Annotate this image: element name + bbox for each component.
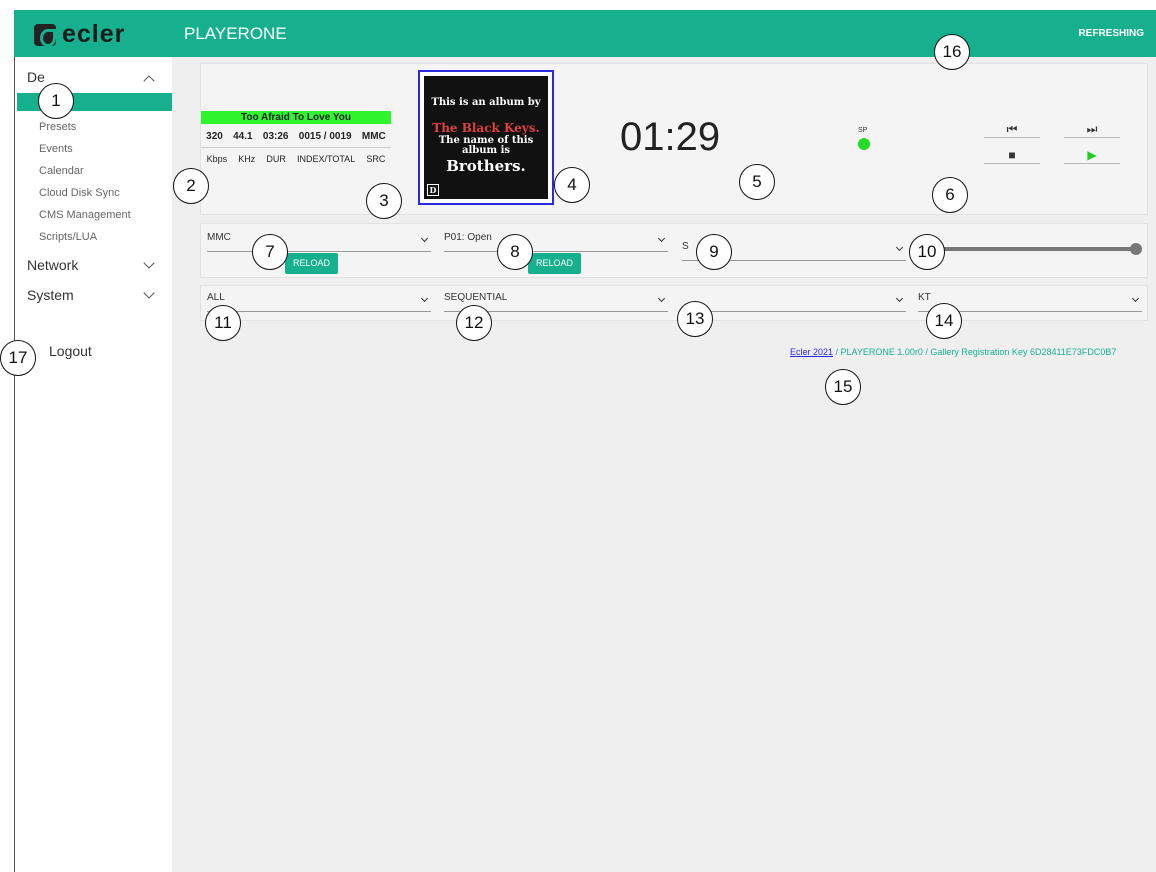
album-cover: This is an album by The Black Keys. The …: [424, 76, 548, 199]
play-button[interactable]: ▶: [1064, 146, 1120, 164]
chevron-down-icon[interactable]: [143, 287, 155, 299]
preset-select-value: P01: Open: [444, 232, 492, 243]
callout-13: 13: [677, 301, 713, 337]
duration-value: 03:26: [262, 131, 289, 142]
source-label: SRC: [366, 154, 386, 164]
sidebar-item-cloud-disk-sync[interactable]: Cloud Disk Sync: [39, 187, 120, 199]
album-line3: The name of this album is: [438, 135, 534, 156]
samplerate-label: KHz: [238, 154, 256, 164]
callout-8: 8: [497, 234, 533, 270]
callout-1: 1: [38, 83, 74, 119]
sp-label: SP: [858, 127, 868, 134]
sidebar-item-system[interactable]: System: [27, 287, 74, 303]
chevron-down-icon: [657, 294, 666, 303]
divider: [201, 147, 391, 148]
source-value: MMC: [361, 131, 386, 142]
chevron-down-icon[interactable]: [143, 257, 155, 269]
callout-7: 7: [252, 234, 288, 270]
duration-label: DUR: [266, 154, 286, 164]
sidebar-item-cms-management[interactable]: CMS Management: [39, 209, 131, 221]
sidebar-item-presets[interactable]: Presets: [39, 121, 76, 133]
chevron-down-icon: [895, 243, 904, 252]
callout-11: 11: [205, 305, 241, 341]
album-badge: D: [427, 184, 439, 196]
ecler-logo-icon: [34, 23, 56, 47]
footer-info: Ecler 2021 / PLAYERONE 1.00r0 / Gallery …: [790, 347, 1116, 357]
kt-select-value: KT: [918, 292, 931, 303]
playback-select-value: SEQUENTIAL: [444, 292, 508, 303]
sidebar-item-calendar[interactable]: Calendar: [39, 165, 84, 177]
index-total-label: INDEX/TOTAL: [297, 154, 356, 164]
callout-3: 3: [366, 183, 402, 219]
sp-status-indicator: [858, 138, 870, 150]
ecler-link[interactable]: Ecler 2021: [790, 347, 833, 357]
chevron-down-icon: [895, 294, 904, 303]
samplerate-value: 44.1: [233, 131, 253, 142]
third-select-value: S: [682, 241, 689, 252]
album-artist: The Black Keys.: [432, 121, 540, 135]
footer-version: / PLAYERONE 1.00r0 / Gallery Registratio…: [833, 347, 1117, 357]
sidebar-item-events[interactable]: Events: [39, 143, 73, 155]
callout-10: 10: [909, 234, 945, 270]
volume-slider-handle[interactable]: [1130, 243, 1142, 255]
logout-link[interactable]: Logout: [49, 343, 92, 359]
refresh-status: REFRESHING: [1078, 28, 1144, 39]
callout-6: 6: [932, 177, 968, 213]
stop-button[interactable]: ■: [984, 146, 1040, 164]
track-info-labels: Kbps KHz DUR INDEX/TOTAL SRC: [201, 154, 391, 164]
reload-button[interactable]: RELOAD: [528, 253, 582, 274]
chevron-down-icon: [420, 294, 429, 303]
callout-17: 17: [0, 340, 36, 376]
chevron-down-icon: [420, 234, 429, 243]
mode-select-value: ALL: [207, 292, 225, 303]
reload-button[interactable]: RELOAD: [285, 253, 339, 274]
mode-select[interactable]: ALL: [207, 292, 431, 312]
sidebar: De Presets Events Calendar Cloud Disk Sy…: [14, 57, 173, 872]
chevron-down-icon: [1131, 294, 1140, 303]
preset-select[interactable]: P01: Open: [444, 232, 668, 252]
top-header: ecler PLAYERONE REFRESHING: [14, 10, 1156, 57]
logo-text: ecler: [62, 20, 126, 48]
callout-14: 14: [926, 303, 962, 339]
callout-4: 4: [554, 167, 590, 203]
index-total-value: 0015 / 0019: [298, 131, 352, 142]
callout-15: 15: [825, 369, 861, 405]
album-title: Brothers.: [446, 157, 526, 175]
chevron-up-icon[interactable]: [143, 75, 155, 87]
callout-16: 16: [934, 34, 970, 70]
source-select-value: MMC: [207, 232, 231, 243]
sidebar-item-device[interactable]: De: [27, 69, 45, 85]
track-title: Too Afraid To Love You: [201, 111, 391, 124]
callout-2: 2: [173, 168, 209, 204]
track-info-values: 320 44.1 03:26 0015 / 0019 MMC: [201, 131, 391, 142]
bitrate-label: Kbps: [206, 154, 228, 164]
callout-12: 12: [456, 305, 492, 341]
elapsed-time: 01:29: [620, 115, 721, 159]
volume-slider[interactable]: [942, 247, 1140, 251]
previous-button[interactable]: ⏮: [984, 120, 1040, 138]
album-art: This is an album by The Black Keys. The …: [418, 70, 554, 205]
album-line1: This is an album by: [431, 97, 541, 108]
sidebar-item-network[interactable]: Network: [27, 257, 78, 273]
app-title: PLAYERONE: [184, 24, 287, 43]
next-button[interactable]: ⏭: [1064, 120, 1120, 138]
bitrate-value: 320: [206, 131, 223, 142]
sidebar-item-scripts-lua[interactable]: Scripts/LUA: [39, 231, 97, 243]
callout-9: 9: [696, 234, 732, 270]
source-select[interactable]: MMC: [207, 232, 431, 252]
other-select[interactable]: [682, 292, 906, 312]
chevron-down-icon: [657, 234, 666, 243]
ecler-logo: ecler: [34, 20, 125, 49]
callout-5: 5: [739, 164, 775, 200]
